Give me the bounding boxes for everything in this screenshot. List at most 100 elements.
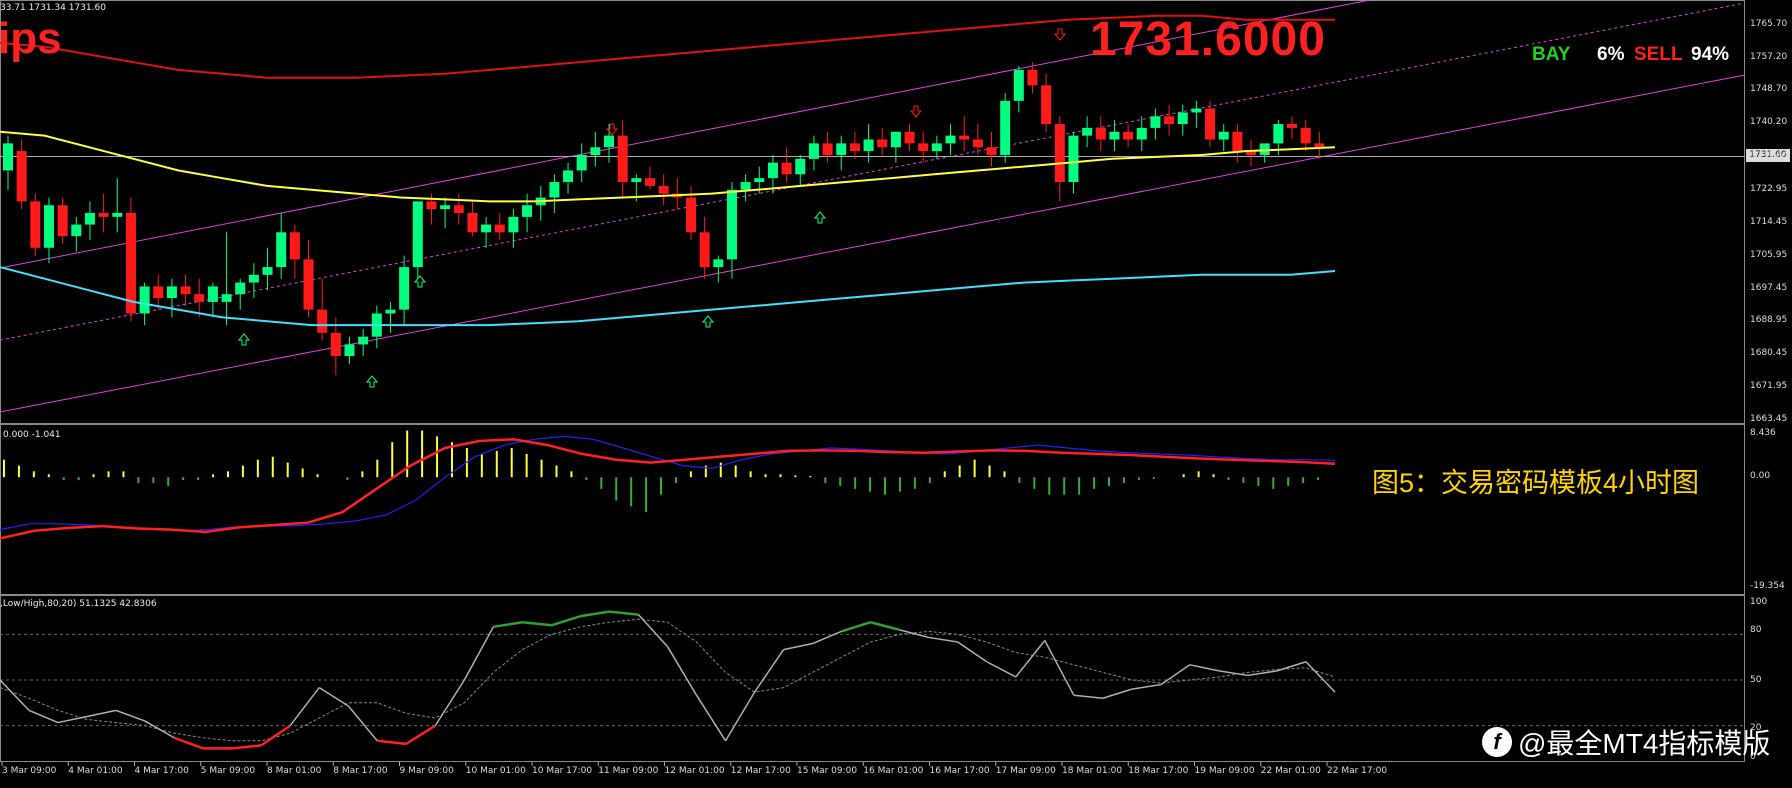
stoch-line-segment bbox=[928, 636, 958, 643]
bull-candle bbox=[631, 178, 642, 183]
time-tick-14: 16 Mar 17:00 bbox=[929, 766, 990, 776]
buy-arrow-icon bbox=[701, 315, 715, 328]
stoch-line-segment bbox=[609, 610, 639, 616]
bull-candle bbox=[590, 147, 601, 155]
sell-arrow-icon bbox=[605, 123, 619, 136]
bear-candle bbox=[303, 259, 314, 310]
bull-candle bbox=[112, 212, 123, 217]
time-tick-9: 11 Mar 09:00 bbox=[598, 766, 659, 776]
time-tick-11: 12 Mar 17:00 bbox=[730, 766, 791, 776]
stoch-line-segment bbox=[493, 621, 523, 629]
stoch-line-segment bbox=[637, 614, 669, 648]
bear-candle bbox=[1054, 124, 1065, 183]
time-tick-3: 5 Mar 09:00 bbox=[200, 766, 256, 776]
bear-candle bbox=[781, 162, 792, 175]
macd-readout: 0.000 -1.041 bbox=[3, 430, 61, 440]
bear-candle bbox=[494, 224, 505, 233]
bull-candle bbox=[549, 182, 560, 198]
stoch-line-segment bbox=[841, 621, 872, 633]
bull-candle bbox=[576, 154, 587, 171]
bear-candle bbox=[194, 294, 205, 302]
bull-candle bbox=[481, 224, 492, 233]
bull-candle bbox=[440, 205, 451, 210]
stoch-line-segment bbox=[115, 709, 146, 722]
bear-candle bbox=[1095, 127, 1106, 140]
macd-tick-zero: 0.00 bbox=[1750, 471, 1771, 481]
stoch-line-segment bbox=[957, 641, 988, 663]
bear-candle bbox=[699, 232, 710, 268]
bear-candle bbox=[57, 205, 68, 237]
bear-candle bbox=[453, 205, 464, 213]
bull-candle bbox=[248, 274, 259, 283]
macd-signal-line bbox=[0, 438, 1336, 540]
bear-candle bbox=[426, 201, 437, 210]
price-tick-7: 1705.95 bbox=[1750, 249, 1788, 260]
stoch-line-segment bbox=[1160, 664, 1191, 686]
sell-label: SELL bbox=[1634, 44, 1683, 65]
bear-candle bbox=[1287, 124, 1298, 128]
bear-candle bbox=[1041, 85, 1052, 125]
bull-candle bbox=[139, 286, 150, 314]
price-tick-6: 1714.45 bbox=[1750, 216, 1788, 227]
bull-candle bbox=[221, 294, 232, 302]
stoch-tick-100: 100 bbox=[1750, 597, 1768, 607]
time-tick-13: 16 Mar 01:00 bbox=[863, 766, 924, 776]
bull-candle bbox=[1177, 112, 1188, 125]
bear-candle bbox=[877, 139, 888, 148]
time-tick-10: 12 Mar 01:00 bbox=[664, 766, 725, 776]
stoch-line-segment bbox=[28, 709, 59, 724]
time-tick-19: 22 Mar 01:00 bbox=[1260, 766, 1321, 776]
buy-arrow-icon bbox=[237, 333, 251, 346]
bear-candle bbox=[1314, 143, 1325, 148]
stoch-line-segment bbox=[1131, 683, 1161, 690]
bear-candle bbox=[153, 286, 164, 299]
stoch-line-segment bbox=[551, 614, 581, 627]
stoch-line-segment bbox=[377, 739, 407, 746]
time-tick-1: 4 Mar 01:00 bbox=[68, 766, 123, 776]
bull-candle bbox=[385, 309, 396, 314]
stoch-tick-50: 50 bbox=[1750, 675, 1762, 685]
bear-candle bbox=[959, 135, 970, 140]
bear-candle bbox=[1123, 131, 1134, 140]
stoch-line-segment bbox=[0, 679, 30, 711]
bear-candle bbox=[822, 143, 833, 155]
bull-candle bbox=[358, 336, 369, 345]
chart-canvas bbox=[0, 0, 1746, 766]
bay-label: BAY bbox=[1532, 44, 1571, 65]
bull-candle bbox=[890, 131, 901, 148]
bear-candle bbox=[904, 131, 915, 144]
stoch-line-segment bbox=[522, 620, 552, 627]
bull-candle bbox=[412, 201, 423, 268]
bear-candle bbox=[1027, 69, 1038, 86]
bull-candle bbox=[276, 232, 287, 268]
bear-candle bbox=[658, 185, 669, 194]
price-tick-3: 1740.20 bbox=[1750, 117, 1788, 128]
bull-candle bbox=[262, 267, 273, 275]
buy-arrow-icon bbox=[813, 211, 827, 224]
time-tick-5: 8 Mar 17:00 bbox=[333, 766, 388, 776]
bear-candle bbox=[617, 135, 628, 183]
bull-candle bbox=[604, 135, 615, 148]
macd-blue-line bbox=[0, 435, 1336, 532]
time-tick-4: 8 Mar 01:00 bbox=[267, 766, 322, 776]
watermark: f @最全MT4指标模版 bbox=[1482, 722, 1770, 762]
bull-candle bbox=[84, 212, 95, 225]
stoch-line-segment bbox=[1073, 694, 1103, 699]
bear-candle bbox=[125, 212, 136, 314]
bull-candle bbox=[1191, 108, 1202, 113]
price-tick-4: 1731.60 bbox=[1750, 150, 1788, 161]
stoch-line-segment bbox=[986, 661, 1017, 678]
bull-candle bbox=[945, 135, 956, 144]
bear-candle bbox=[330, 332, 341, 357]
stoch-tick-80: 80 bbox=[1750, 625, 1762, 635]
time-tick-20: 22 Mar 17:00 bbox=[1327, 766, 1388, 776]
bear-candle bbox=[180, 286, 191, 295]
bear-candle bbox=[918, 143, 929, 152]
stoch-line-segment bbox=[173, 736, 204, 750]
stoch-line-segment bbox=[86, 709, 117, 718]
bear-candle bbox=[685, 197, 696, 233]
bull-candle bbox=[931, 143, 942, 152]
price-tick-9: 1688.95 bbox=[1750, 315, 1788, 326]
stoch-line-segment bbox=[434, 679, 465, 727]
macd-tick-bottom: -19.354 bbox=[1750, 581, 1785, 591]
